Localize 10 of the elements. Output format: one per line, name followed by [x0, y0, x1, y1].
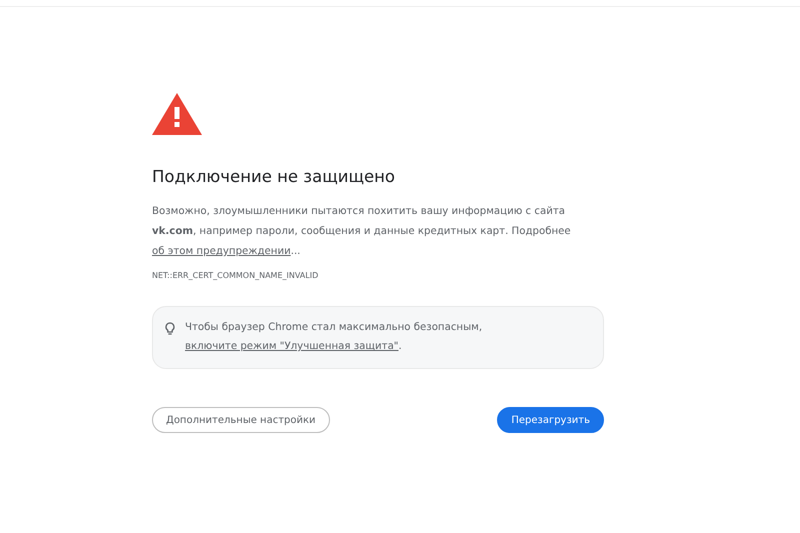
enhanced-protection-link[interactable]: включите режим "Улучшенная защита": [185, 341, 398, 352]
lightbulb-icon: [165, 322, 175, 336]
advanced-button[interactable]: Дополнительные настройки: [152, 407, 330, 433]
error-code: NET::ERR_CERT_COMMON_NAME_INVALID: [152, 270, 320, 282]
reload-button[interactable]: Перезагрузить: [497, 407, 604, 433]
tip-text: Чтобы браузер Chrome стал максимально безопасным, включите режим "Улучшенная защита".: [185, 321, 484, 354]
page-title: Подключение не защищено: [152, 166, 396, 188]
warning-icon: [152, 93, 202, 135]
warning-text: Возможно, злоумышленники пытаются похитить вашу информацию с сайта vk.com, например пароли, сообщения и данные кредитных карт. Подробнее об этом предупреждении...: [152, 205, 572, 259]
learn-more-link[interactable]: об этом предупреждении: [152, 246, 291, 257]
